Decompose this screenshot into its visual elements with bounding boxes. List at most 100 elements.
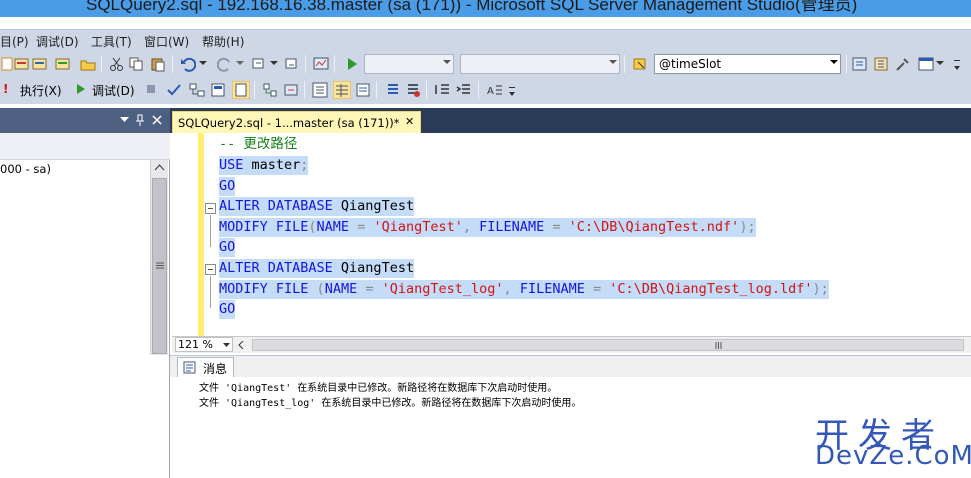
code-line: MODIFY FILE(NAME = 'QiangTest', FILENAME… [219, 218, 756, 237]
collapse-icon[interactable] [205, 264, 216, 275]
pin-icon[interactable] [135, 114, 145, 126]
navigate-forward-icon[interactable] [284, 56, 300, 72]
tab-messages-label: 消息 [203, 362, 228, 376]
menu-window[interactable]: 窗口(W) [144, 33, 189, 50]
scroll-left-icon[interactable] [238, 341, 244, 349]
toolbox-icon[interactable] [895, 56, 911, 72]
title-bar: SQLQuery2.sql - 192.168.16.38.master (sa… [0, 0, 971, 17]
toolbar-separator [478, 81, 479, 99]
solution-platform-combo[interactable] [460, 54, 620, 74]
svg-text:A: A [487, 86, 494, 97]
editor-hscrollbar[interactable] [172, 336, 971, 353]
menu-help[interactable]: 帮助(H) [202, 33, 244, 50]
scroll-thumb[interactable] [152, 178, 167, 354]
tab-messages[interactable]: 消息 [177, 357, 234, 378]
menu-debug[interactable]: 调试(D) [36, 33, 79, 50]
sql-token: ); [812, 281, 829, 297]
debug-button[interactable]: 调试(D) [92, 82, 135, 99]
decrease-indent-icon[interactable] [435, 82, 451, 98]
message-line: 文件 'QiangTest_log' 在系统目录中已修改。新路径将在数据库下次启… [199, 398, 582, 409]
menu-tools[interactable]: 工具(T) [91, 33, 132, 50]
execute-icon[interactable]: ! [3, 82, 8, 96]
object-explorer-toolbar [0, 133, 170, 160]
find-in-files-icon[interactable] [632, 56, 648, 72]
sql-string: 'C:\DB\QiangTest.ndf' [568, 219, 740, 235]
analysis-query-icon[interactable] [55, 56, 71, 72]
collapse-icon[interactable] [205, 203, 216, 214]
increase-indent-icon[interactable] [456, 82, 472, 98]
display-plan-icon[interactable] [189, 82, 205, 98]
scroll-up-icon[interactable] [154, 164, 165, 171]
query-designer-icon[interactable] [210, 82, 226, 98]
execute-button[interactable]: 执行(X) [20, 82, 62, 99]
toolbar-separator [376, 81, 377, 99]
sql-string: 'C:\DB\QiangTest_log.ldf' [609, 281, 813, 297]
specify-values-icon[interactable] [232, 81, 250, 99]
find-combo[interactable]: @timeSlot [654, 54, 841, 74]
toolbar-overflow-icon[interactable] [953, 56, 961, 72]
grip-icon [715, 342, 722, 349]
sql-token: = [593, 281, 602, 297]
window-layout-icon[interactable] [918, 56, 934, 72]
tree-item-server[interactable]: 000 - sa) [0, 162, 51, 176]
chevron-down-icon[interactable] [936, 59, 944, 67]
code-line: GO [219, 238, 236, 257]
fold-guide [210, 276, 211, 308]
results-tab-strip [170, 355, 971, 377]
cut-icon[interactable] [109, 56, 125, 72]
results-to-grid-icon[interactable] [333, 81, 351, 99]
solution-config-combo[interactable] [364, 54, 454, 74]
chevron-down-icon[interactable] [236, 59, 244, 67]
specify-template-values-icon[interactable]: A [487, 82, 503, 98]
comment-lines-icon[interactable] [385, 82, 401, 98]
debug-play-icon[interactable] [75, 83, 87, 95]
cancel-query-icon[interactable] [146, 84, 156, 94]
include-actual-plan-icon[interactable] [312, 82, 328, 98]
standard-toolbar: @timeSlot [0, 51, 971, 77]
copy-icon[interactable] [128, 56, 144, 72]
chevron-down-icon[interactable] [270, 59, 278, 67]
object-explorer-scrollbar[interactable] [150, 160, 168, 355]
estimated-plan-icon[interactable] [262, 82, 278, 98]
parse-checkmark-icon[interactable] [166, 82, 182, 98]
sql-string: 'QiangTest' [373, 219, 463, 235]
toolbar-overflow-icon[interactable] [508, 83, 516, 97]
tab-sqlquery2[interactable]: SQLQuery2.sql - 1...master (sa (171))* ✕ [172, 111, 421, 133]
navigate-back-icon[interactable] [251, 56, 267, 72]
undo-icon[interactable] [180, 56, 196, 72]
results-to-file-icon[interactable] [355, 82, 371, 98]
sql-token: master [243, 157, 301, 173]
dropdown-arrow-icon[interactable] [120, 117, 129, 123]
db-query-icon[interactable] [32, 56, 48, 72]
code-line: ALTER DATABASE QiangTest [219, 259, 415, 278]
new-query-icon[interactable] [14, 56, 30, 72]
toolbar-separator [172, 55, 173, 73]
sql-keyword: NAME [316, 219, 350, 235]
tab-close-icon[interactable]: ✕ [405, 115, 414, 128]
start-debug-icon[interactable] [344, 56, 360, 72]
chevron-down-icon[interactable] [223, 343, 230, 348]
code-line: ALTER DATABASE QiangTest [219, 197, 415, 216]
uncomment-lines-icon[interactable] [405, 82, 421, 98]
sql-token: , [503, 281, 512, 297]
hscroll-thumb[interactable] [252, 339, 964, 351]
window-title: SQLQuery2.sql - 192.168.16.38.master (sa… [86, 0, 858, 14]
chevron-down-icon[interactable] [199, 59, 207, 67]
toolbar-separator [334, 55, 335, 73]
tab-label: SQLQuery2.sql - 1...master (sa (171))* [178, 116, 400, 130]
intellisense-icon[interactable] [283, 82, 299, 98]
activity-monitor-icon[interactable] [313, 56, 329, 72]
close-icon[interactable] [152, 115, 162, 125]
properties-icon[interactable] [873, 56, 889, 72]
sql-keyword: MODIFY FILE [219, 281, 309, 297]
paste-icon[interactable] [150, 56, 166, 72]
zoom-combo[interactable]: 121 % [175, 337, 233, 352]
solution-explorer-icon[interactable] [852, 56, 868, 72]
open-file-icon[interactable] [80, 56, 96, 72]
sql-keyword: FILENAME [479, 219, 545, 235]
sql-keyword: FILENAME [519, 281, 585, 297]
redo-icon[interactable] [217, 56, 233, 72]
menu-project[interactable]: 目(P) [0, 33, 29, 50]
